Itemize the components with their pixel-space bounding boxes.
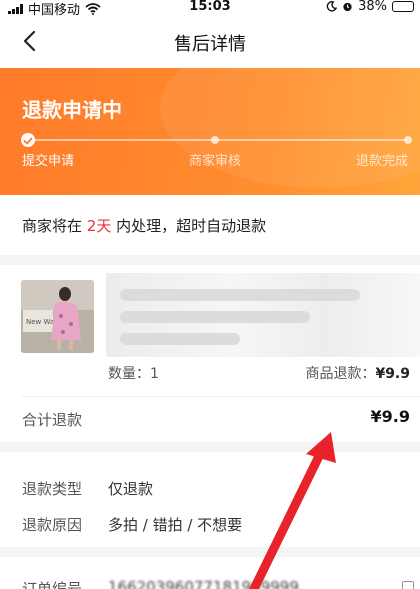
refund-reason-row: 退款原因 多拍 / 错拍 / 不想要 (22, 514, 242, 535)
status-bar: 中国移动 15:03 38% (0, 0, 420, 18)
notice-suffix: 内处理，超时自动退款 (116, 217, 267, 235)
notice-text: 商家将在 2天 内处理，超时自动退款 (22, 215, 266, 236)
refund-reason-value: 多拍 / 错拍 / 不想要 (108, 516, 243, 534)
refund-type-row: 退款类型 仅退款 (22, 478, 153, 499)
item-refund-amount: ¥9.9 (375, 366, 410, 382)
battery-percent: 38% (358, 0, 387, 14)
banner-decoration (160, 68, 420, 188)
product-quantity: 数量：1 (108, 366, 159, 382)
nav-bar: 售后详情 (0, 16, 420, 68)
battery-icon (392, 1, 414, 12)
order-number-row: 订单编号 16620396077181989999 (22, 578, 299, 589)
app-screen: 中国移动 15:03 38% 售后详情 退款申请中 提交申请 商家审核 退款完成… (0, 0, 420, 589)
refund-details: 退款类型 仅退款 退款原因 多拍 / 错拍 / 不想要 (0, 452, 420, 547)
copy-icon[interactable] (402, 581, 414, 589)
processing-notice: 商家将在 2天 内处理，超时自动退款 (0, 195, 420, 255)
refund-status-title: 退款申请中 (22, 98, 122, 122)
product-card: New Wave 数量：1 商品退款：¥9.9 合计退款 ¥9.9 (0, 265, 420, 442)
product-title-blurred (106, 273, 420, 357)
refund-type-label: 退款类型 (22, 480, 83, 498)
step-label-complete: 退款完成 (356, 154, 409, 169)
refund-progress-banner: 退款申请中 提交申请 商家审核 退款完成 (0, 68, 420, 195)
divider (22, 396, 420, 397)
step-label-review: 商家审核 (189, 154, 242, 169)
page-title: 售后详情 (174, 34, 246, 55)
status-right: 38% (326, 0, 414, 14)
order-number-label: 订单编号 (22, 580, 83, 589)
step-dot-complete (404, 136, 412, 144)
moon-icon (326, 1, 338, 12)
step-done-check-icon (21, 133, 35, 147)
item-refund-label: 商品退款： (305, 366, 376, 382)
refund-type-value: 仅退款 (108, 480, 154, 498)
step-label-submit: 提交申请 (22, 154, 75, 169)
total-refund-amount: ¥9.9 (370, 407, 410, 426)
alarm-icon (343, 2, 352, 12)
refund-reason-label: 退款原因 (22, 516, 83, 534)
notice-deadline: 2天 (86, 217, 112, 235)
notice-prefix: 商家将在 (22, 217, 83, 235)
step-dot-review (211, 136, 219, 144)
item-refund: 商品退款：¥9.9 (305, 363, 410, 383)
order-number-value: 16620396077181989999 (108, 578, 299, 589)
product-thumbnail[interactable]: New Wave (21, 280, 94, 353)
order-info: 订单编号 16620396077181989999 (0, 557, 420, 589)
total-refund-label: 合计退款 (22, 411, 83, 429)
